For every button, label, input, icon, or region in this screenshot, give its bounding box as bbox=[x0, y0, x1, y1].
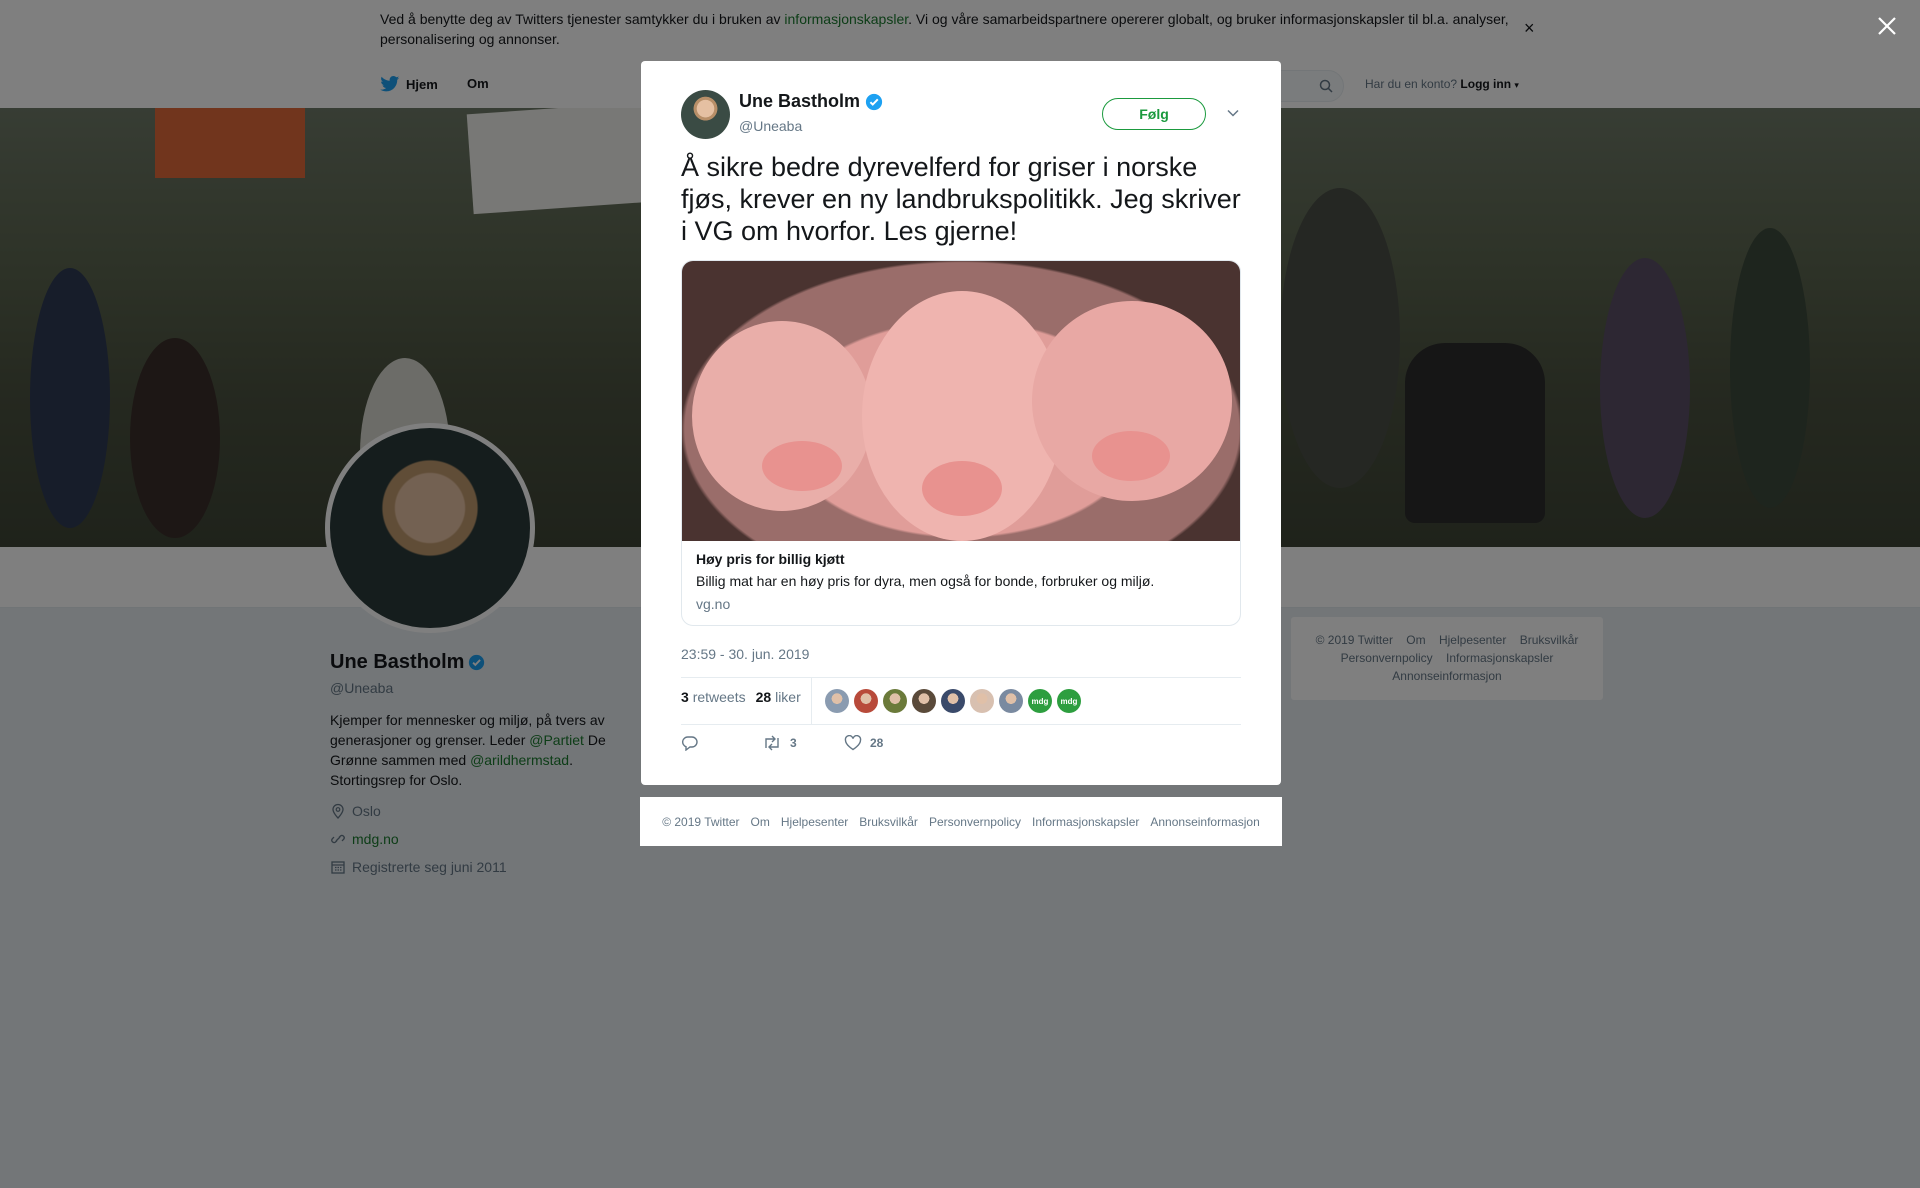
divider bbox=[811, 678, 812, 724]
pig-snout bbox=[922, 461, 1002, 516]
follow-button[interactable]: Følg bbox=[1102, 98, 1206, 130]
liker-avatar[interactable] bbox=[912, 689, 936, 713]
like-button[interactable]: 28 bbox=[844, 735, 883, 751]
card-title: Høy pris for billig kjøtt bbox=[696, 551, 845, 567]
verified-icon bbox=[865, 93, 883, 110]
liker-avatar[interactable]: mdg bbox=[1057, 689, 1081, 713]
card-image bbox=[682, 261, 1240, 541]
retweet-count: 3 bbox=[790, 736, 797, 750]
liker-avatar[interactable] bbox=[883, 689, 907, 713]
tweet-modal: Une Bastholm @Uneaba Følg Å sikre bedre … bbox=[641, 61, 1281, 785]
tweet-author-name[interactable]: Une Bastholm bbox=[739, 91, 883, 112]
liker-avatar[interactable]: mdg bbox=[1028, 689, 1052, 713]
likers-avatars: mdg mdg bbox=[825, 689, 1081, 713]
card-description: Billig mat har en høy pris for dyra, men… bbox=[696, 573, 1155, 589]
modal-footer: © 2019 Twitter Om Hjelpesenter Bruksvilkår P… bbox=[640, 797, 1282, 846]
reply-button[interactable] bbox=[681, 735, 699, 751]
liker-avatar[interactable] bbox=[941, 689, 965, 713]
liker-avatar[interactable] bbox=[999, 689, 1023, 713]
tweet-timestamp[interactable]: 23:59 - 30. jun. 2019 bbox=[681, 646, 809, 662]
link-card[interactable]: Høy pris for billig kjøtt Billig mat har… bbox=[681, 260, 1241, 626]
liker-avatar[interactable] bbox=[825, 689, 849, 713]
likes-count: 28 bbox=[755, 689, 772, 705]
chevron-down-icon[interactable] bbox=[1226, 106, 1240, 120]
pig-snout bbox=[1092, 431, 1170, 481]
divider bbox=[681, 677, 1241, 678]
footer-link[interactable]: Informasjonskapsler bbox=[1032, 815, 1139, 829]
tweet-author-avatar[interactable] bbox=[681, 90, 730, 139]
liker-avatar[interactable] bbox=[970, 689, 994, 713]
likes-stat[interactable]: 28 liker bbox=[756, 689, 801, 705]
like-count: 28 bbox=[870, 736, 884, 750]
footer-link[interactable]: Om bbox=[751, 815, 770, 829]
reply-icon bbox=[682, 736, 698, 751]
footer-link[interactable]: Personvernpolicy bbox=[929, 815, 1021, 829]
liker-avatar[interactable] bbox=[854, 689, 878, 713]
tweet-stats: 3 retweets 28 liker bbox=[681, 689, 801, 705]
retweets-stat[interactable]: 3 retweets bbox=[681, 689, 746, 705]
likes-label: liker bbox=[775, 689, 801, 705]
footer-link[interactable]: Hjelpesenter bbox=[781, 815, 848, 829]
footer-copyright: © 2019 Twitter bbox=[662, 814, 740, 829]
like-icon bbox=[844, 735, 862, 751]
footer-link[interactable]: Bruksvilkår bbox=[859, 815, 918, 829]
retweets-label: retweets bbox=[692, 689, 746, 705]
retweet-icon bbox=[765, 735, 779, 751]
footer-link[interactable]: Annonseinformasjon bbox=[1150, 815, 1259, 829]
divider bbox=[681, 724, 1241, 725]
tweet-author-handle[interactable]: @Uneaba bbox=[739, 118, 802, 134]
retweet-button[interactable]: 3 bbox=[762, 735, 797, 751]
pig-snout bbox=[762, 441, 842, 491]
retweets-count: 3 bbox=[681, 689, 689, 705]
card-domain: vg.no bbox=[696, 596, 731, 612]
tweet-text: Å sikre bedre dyrevelferd for griser i n… bbox=[681, 152, 1241, 246]
close-icon[interactable] bbox=[1877, 16, 1897, 36]
tweet-author-name-text: Une Bastholm bbox=[739, 91, 861, 111]
